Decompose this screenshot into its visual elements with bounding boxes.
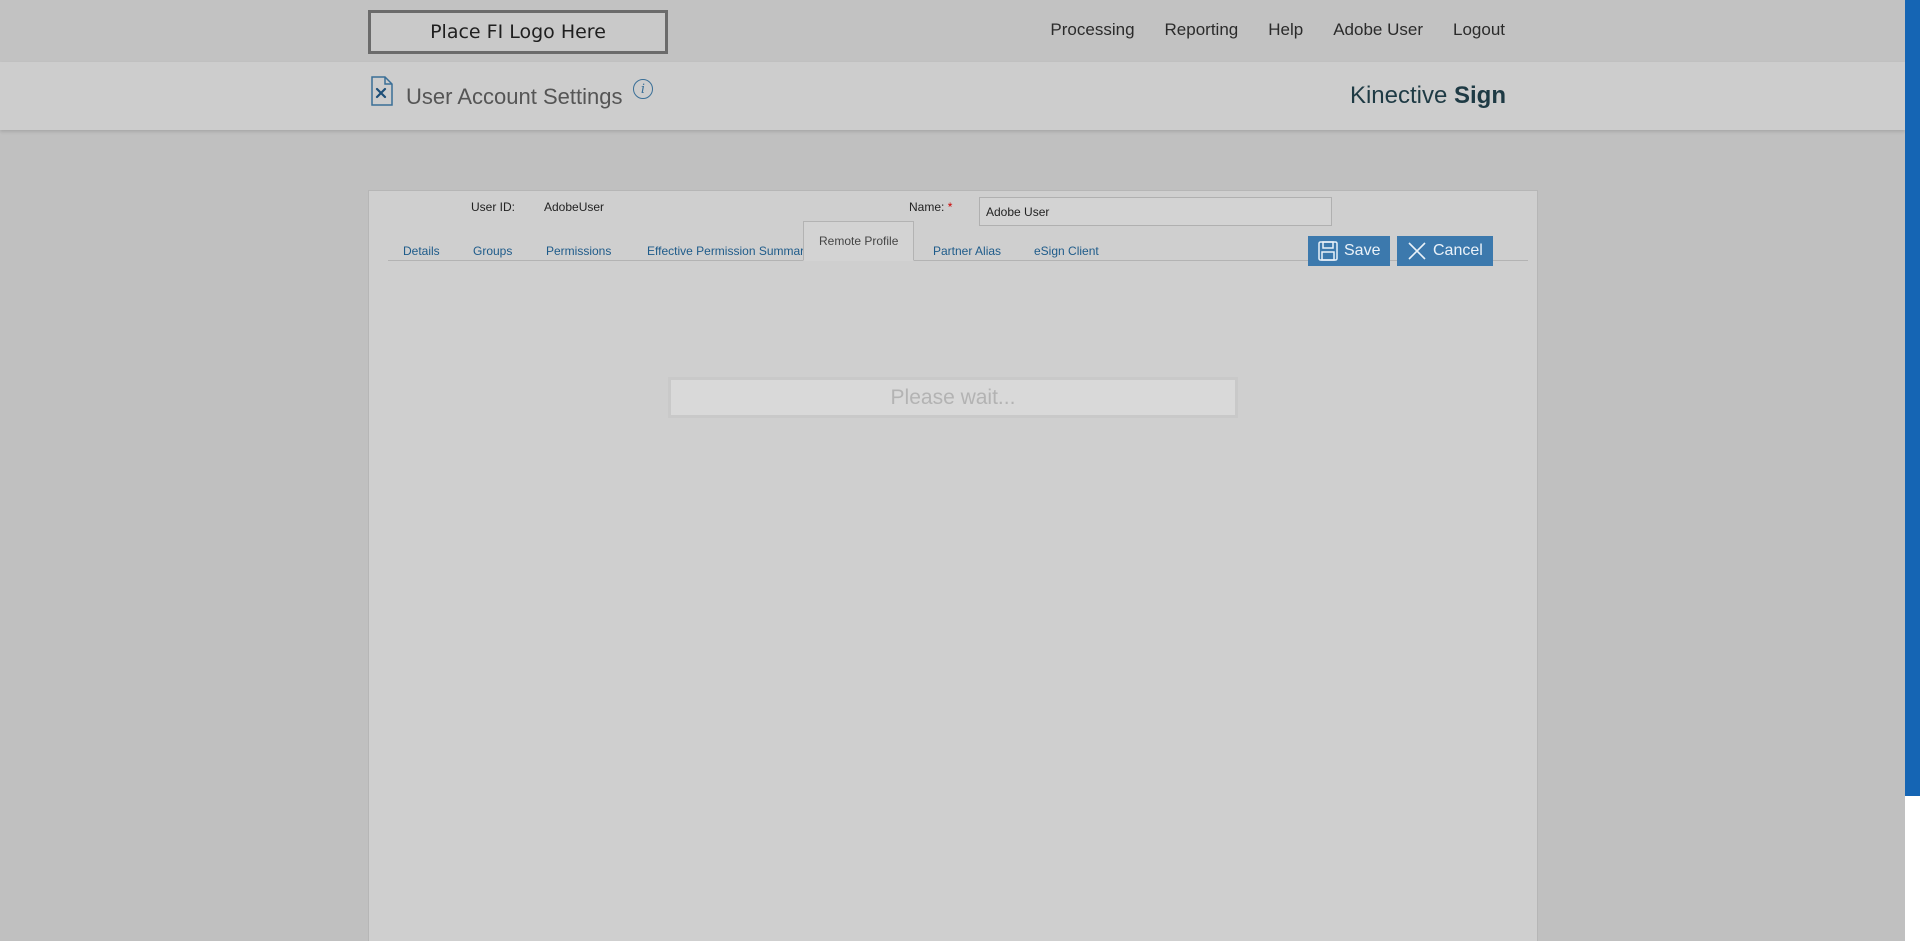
page-title: User Account Settings xyxy=(406,84,623,109)
scrollbar-thumb[interactable] xyxy=(1905,0,1920,796)
document-settings-icon xyxy=(371,76,393,106)
brand-name-bold: Sign xyxy=(1454,82,1506,109)
tab-effective-permission-summary[interactable]: Effective Permission Summary xyxy=(632,231,825,271)
nav-reporting[interactable]: Reporting xyxy=(1165,20,1239,40)
info-icon[interactable]: i xyxy=(633,79,653,99)
cancel-button[interactable]: Cancel xyxy=(1397,236,1493,266)
close-icon xyxy=(1408,242,1426,260)
user-id-label: User ID: xyxy=(471,200,516,214)
floppy-disk-icon xyxy=(1318,241,1338,261)
user-id-value: AdobeUser xyxy=(544,200,605,214)
nav-logout[interactable]: Logout xyxy=(1453,20,1505,40)
save-button-label: Save xyxy=(1344,242,1381,259)
name-label: Name: * xyxy=(909,200,952,214)
cancel-button-label: Cancel xyxy=(1433,242,1483,259)
user-settings-panel: User ID: AdobeUser Name: * Details Group… xyxy=(368,190,1538,941)
tab-esign-client[interactable]: eSign Client xyxy=(1019,231,1114,271)
required-marker: * xyxy=(947,200,953,214)
loading-indicator: Please wait... xyxy=(668,377,1238,418)
tab-remote-profile[interactable]: Remote Profile xyxy=(803,221,915,261)
brand-name-light: Kinective xyxy=(1349,82,1448,109)
brand-logo: Kinective Sign xyxy=(1350,82,1506,110)
name-field[interactable] xyxy=(979,197,1332,226)
nav-user-menu[interactable]: Adobe User xyxy=(1333,20,1423,40)
tab-partner-alias[interactable]: Partner Alias xyxy=(918,231,1016,271)
top-nav: Processing Reporting Help Adobe User Log… xyxy=(1050,20,1505,40)
page-header: User Account Settings i Kinective Sign xyxy=(0,62,1905,130)
nav-processing[interactable]: Processing xyxy=(1050,20,1134,40)
tab-permissions[interactable]: Permissions xyxy=(531,231,626,271)
save-button[interactable]: Save xyxy=(1308,236,1391,266)
fi-logo-placeholder[interactable]: Place FI Logo Here xyxy=(368,10,668,54)
nav-help[interactable]: Help xyxy=(1268,20,1303,40)
top-bar: Place FI Logo Here Processing Reporting … xyxy=(0,0,1905,62)
tab-details[interactable]: Details xyxy=(388,231,455,271)
tab-groups[interactable]: Groups xyxy=(458,231,527,271)
name-label-text: Name: xyxy=(909,200,945,214)
